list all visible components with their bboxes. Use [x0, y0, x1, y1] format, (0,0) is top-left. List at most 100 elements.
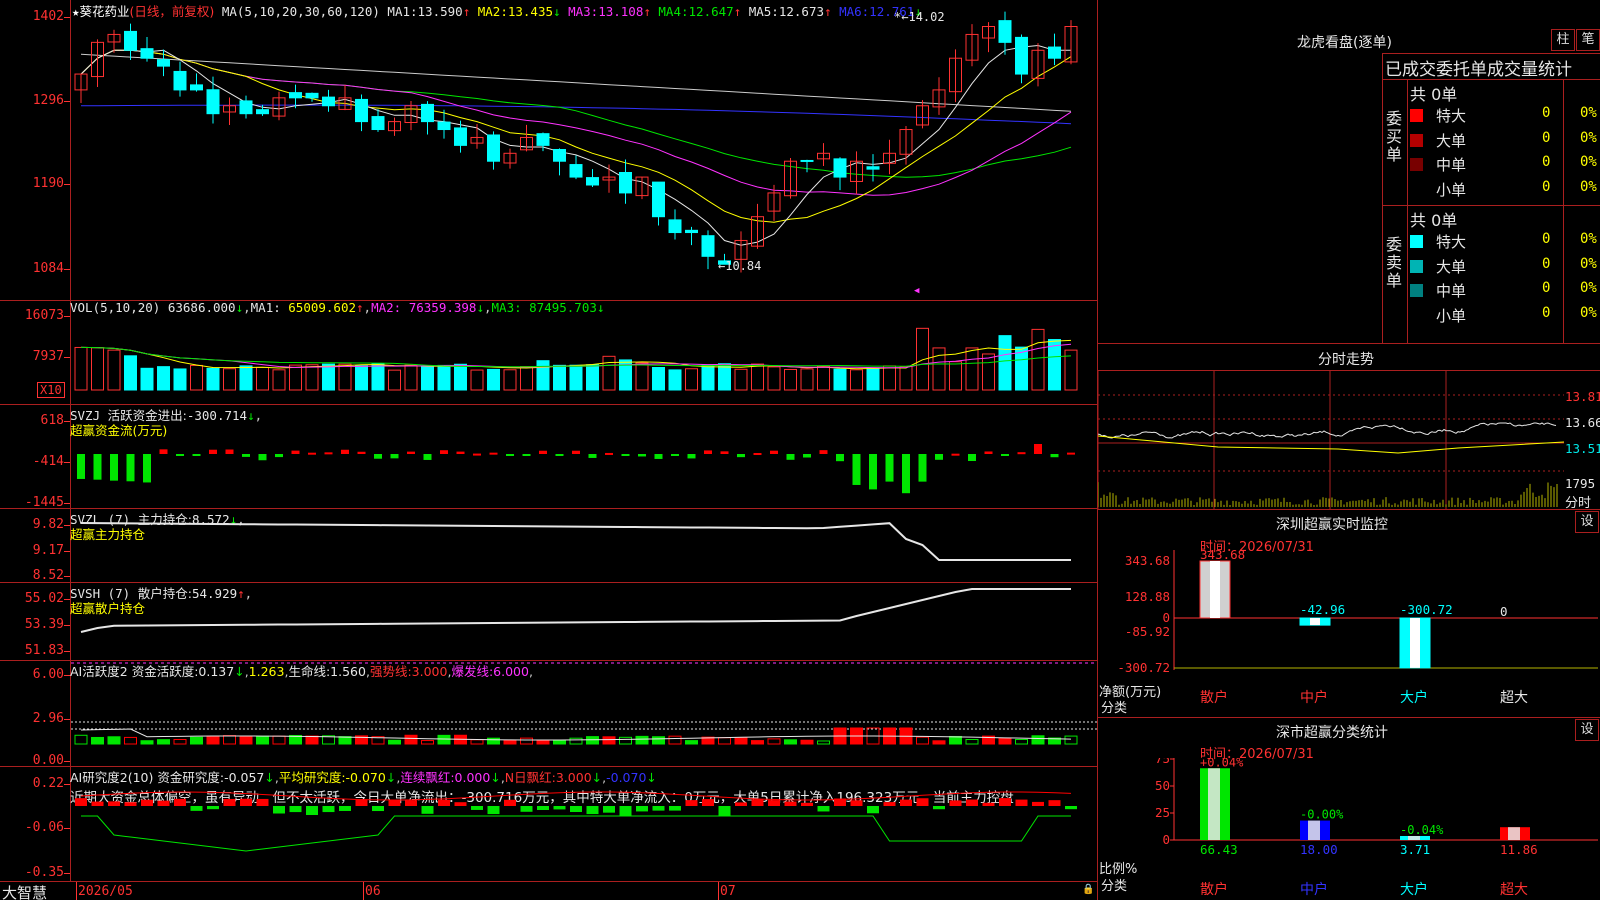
- bar-mode-button[interactable]: 柱: [1551, 29, 1575, 51]
- volume-bar: [421, 365, 434, 391]
- volume-chart[interactable]: [71, 300, 1097, 404]
- classify-bar-highlight: [1208, 768, 1220, 840]
- volume-bar: [1031, 328, 1045, 391]
- order-pct: 0%: [1580, 231, 1597, 247]
- stats-title: 已成交委托单成交量统计: [1385, 60, 1572, 80]
- activity-bar: [124, 736, 137, 745]
- classify-change: -0.04%: [1400, 823, 1444, 837]
- fund-flow-chart[interactable]: [71, 404, 1097, 508]
- activity-bar: [404, 734, 418, 745]
- volume-bar: [668, 369, 682, 391]
- volume-bar: [850, 369, 863, 391]
- activity-bar: [751, 740, 764, 745]
- flow-bar: [687, 454, 696, 459]
- volume-bar: [1015, 346, 1028, 391]
- order-count: 0: [1542, 105, 1551, 121]
- buy-order-row: 特大 0 0%: [1410, 104, 1600, 128]
- main-holding-chart[interactable]: [71, 508, 1097, 582]
- activity-bar: [734, 737, 748, 745]
- activity-bar: [520, 737, 533, 745]
- axis-tick: [64, 421, 70, 422]
- xaxis-tick: [76, 882, 77, 900]
- activity-bar: [784, 739, 797, 745]
- candle-body: [536, 133, 550, 146]
- flow-bar: [918, 454, 927, 482]
- volume-bar: [767, 366, 781, 391]
- ai-research-chart[interactable]: [71, 766, 1097, 882]
- flow-bar: [1034, 444, 1042, 454]
- monitor-axis-label: -85.92: [1125, 624, 1170, 639]
- order-type: 大单: [1436, 257, 1467, 276]
- volume-bar: [800, 368, 814, 391]
- xaxis-tick: [718, 882, 719, 900]
- flow-bar: [390, 454, 399, 459]
- volume-bar: [817, 365, 830, 391]
- retail-holding-chart[interactable]: [71, 582, 1097, 660]
- ma-line: [80, 49, 1072, 223]
- research-bar: [421, 806, 434, 814]
- candle-body: [1048, 46, 1061, 59]
- cursor-marker-icon: ◀: [914, 286, 920, 296]
- volume-bar: [124, 355, 137, 391]
- flow-bar: [489, 452, 498, 455]
- candlestick-chart[interactable]: [71, 0, 1097, 300]
- volume-bar: [289, 364, 302, 391]
- order-type: 大单: [1436, 131, 1467, 150]
- candle-body: [206, 89, 220, 115]
- axis-label: 6.00: [32, 667, 64, 682]
- activity-bar: [256, 735, 269, 745]
- tick-mode-button[interactable]: 笔: [1576, 29, 1600, 51]
- volume-bar: [883, 365, 896, 391]
- candle-body: [239, 100, 253, 115]
- research-bar: [520, 806, 533, 812]
- order-count: 0: [1542, 154, 1551, 170]
- vol-unit: X10: [37, 382, 65, 398]
- volume-bar: [949, 361, 962, 391]
- axis-label: 53.39: [24, 617, 64, 632]
- volume-bar: [305, 364, 319, 391]
- intraday-axis-label: 13.66: [1565, 415, 1600, 430]
- candle-body: [833, 158, 847, 178]
- lock-icon[interactable]: 🔒: [1082, 884, 1094, 895]
- brand-logo[interactable]: 大智慧: [2, 882, 47, 900]
- axis-label: 1296: [32, 93, 64, 108]
- activity-bar: [206, 735, 220, 745]
- flow-bar: [539, 450, 547, 454]
- order-type: 中单: [1436, 156, 1467, 174]
- volume-bar: [833, 368, 847, 391]
- research-bar: [553, 806, 566, 810]
- buy-order-row: 中单 0 0%: [1410, 153, 1600, 177]
- monitor-chart[interactable]: 343.68128.880-85.92-300.72343.68散户-42.96…: [1098, 550, 1600, 710]
- volume-bar: [866, 367, 880, 391]
- flow-bar: [1050, 454, 1059, 458]
- activity-bar: [338, 736, 352, 745]
- axis-tick: [64, 576, 70, 577]
- classify-settings-button[interactable]: 设: [1575, 719, 1599, 741]
- monitor-settings-button[interactable]: 设: [1575, 511, 1599, 533]
- order-type: 特大: [1436, 233, 1467, 251]
- classify-change: -0.00%: [1300, 808, 1344, 822]
- activity-bar: [569, 737, 583, 745]
- flow-bar: [869, 454, 877, 490]
- volume-bar: [91, 347, 104, 391]
- xaxis-label: 06: [365, 884, 381, 899]
- classify-chart[interactable]: 75 50 25 0 +0.04% 66.43 散户 -0.00% 18.00 中户 -0.04% 3…: [1098, 758, 1600, 900]
- order-type: 小单: [1436, 306, 1467, 325]
- intraday-chart[interactable]: [1098, 371, 1564, 509]
- candle-body: [140, 48, 154, 59]
- ai-activity-chart[interactable]: [71, 660, 1097, 766]
- flow-bar: [522, 454, 531, 456]
- volume-bar: [338, 363, 352, 391]
- order-pct: 0%: [1580, 255, 1597, 272]
- flow-bar: [192, 454, 201, 456]
- research-bar: [883, 802, 896, 806]
- divider: [1382, 53, 1383, 343]
- volume-bar: [487, 368, 500, 391]
- activity-bar: [470, 739, 484, 745]
- monitor-axis-label: 0: [1162, 610, 1170, 625]
- classify-title: 深市超赢分类统计: [1276, 725, 1388, 741]
- axis-label: 1190: [32, 176, 64, 191]
- flow-bar: [654, 454, 663, 459]
- flow-bar: [951, 453, 960, 456]
- research-bar: [1015, 799, 1028, 806]
